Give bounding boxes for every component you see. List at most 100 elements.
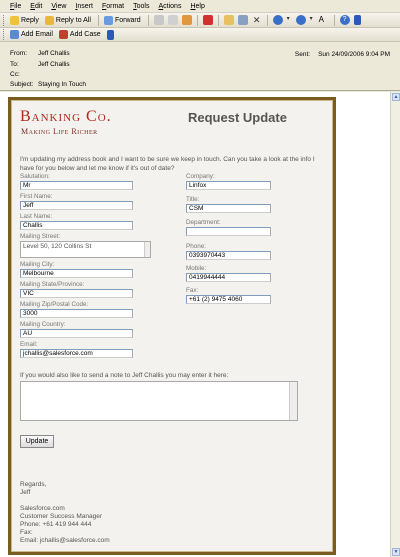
company-label: Company: [186, 173, 215, 180]
email-field[interactable]: jchallis@salesforce.com [20, 349, 133, 358]
menu-file[interactable]: File [10, 3, 21, 10]
toolbar-separator [196, 14, 198, 26]
salutation-label: Salutation: [20, 173, 50, 180]
forward-button[interactable]: Forward [102, 14, 143, 26]
mobile-label: Mobile: [186, 265, 207, 272]
from-value[interactable]: Jeff Challis [38, 50, 70, 57]
message-header: From: Jeff Challis To: Jeff Challis Cc: Su… [0, 43, 400, 91]
phone-field[interactable]: 0393970443 [186, 251, 271, 260]
scrollbar[interactable] [289, 382, 297, 420]
toolbar-options-icon[interactable] [106, 29, 114, 40]
toolbar-separator [147, 14, 149, 26]
to-row: To: Jeff Challis [10, 61, 70, 68]
mailing-country-field[interactable]: AU [20, 329, 133, 338]
signature-fax: Fax: [20, 529, 33, 536]
request-update-form: Banking Co. Making Life Richer Request U… [8, 97, 336, 555]
toolbar-grip[interactable] [3, 14, 6, 26]
menu-tools[interactable]: Tools [133, 3, 149, 10]
note-textarea[interactable] [20, 381, 298, 421]
from-row: From: Jeff Challis [10, 50, 70, 57]
update-button[interactable]: Update [20, 435, 54, 448]
note-label: If you would also like to send a note to… [20, 372, 229, 379]
mailing-city-field[interactable]: Melbourne [20, 269, 133, 278]
previous-item-icon[interactable] [272, 15, 283, 25]
company-field[interactable]: Linfox [186, 181, 271, 190]
first-name-field[interactable]: Jeff [20, 201, 133, 210]
email-label: Email: [20, 341, 38, 348]
signature-name: Jeff [20, 489, 31, 496]
next-item-icon[interactable] [295, 15, 306, 25]
dropdown-icon[interactable]: ▾ [310, 15, 315, 25]
signature-role: Customer Success Manager [20, 513, 103, 520]
mobile-field[interactable]: 0419944444 [186, 273, 271, 282]
menu-insert[interactable]: Insert [75, 3, 93, 10]
categories-icon[interactable] [181, 15, 192, 25]
mailing-state-field[interactable]: VIC [20, 289, 133, 298]
mailing-street-label: Mailing Street: [20, 233, 61, 240]
toolbar-separator [333, 14, 335, 26]
reply-button[interactable]: Reply [8, 14, 41, 26]
last-name-field[interactable]: Challis [20, 221, 133, 230]
menu-edit[interactable]: Edit [30, 3, 42, 10]
add-case-button[interactable]: Add Case [57, 29, 103, 41]
sent-row: Sent: Sun 24/09/2006 9:04 PM [294, 51, 390, 58]
toolbar-separator [97, 14, 99, 26]
scrollbar[interactable] [144, 242, 150, 257]
signature-company: Salesforce.com [20, 505, 65, 512]
add-case-icon [58, 30, 68, 39]
last-name-label: Last Name: [20, 213, 53, 220]
scroll-up-icon[interactable]: ▲ [392, 93, 400, 101]
forward-icon [103, 15, 113, 25]
message-body: Banking Co. Making Life Richer Request U… [0, 92, 400, 557]
department-label: Department: [186, 219, 221, 226]
signature-phone: Phone: +61 419 944 444 [20, 521, 92, 528]
menu-bar: File Edit View Insert Format Tools Actio… [0, 0, 400, 13]
title-field[interactable]: CSM [186, 204, 271, 213]
toolbar-grip[interactable] [3, 29, 6, 40]
to-value[interactable]: Jeff Challis [38, 61, 70, 68]
mailing-city-label: Mailing City: [20, 261, 55, 268]
mailing-state-label: Mailing State/Province: [20, 281, 85, 288]
signature-regards: Regards, [20, 481, 47, 488]
scroll-down-icon[interactable]: ▼ [392, 548, 400, 556]
page-title: Request Update [188, 110, 287, 125]
menu-help[interactable]: Help [190, 3, 204, 10]
fax-field[interactable]: +61 (2) 9475 4060 [186, 295, 271, 304]
menu-format[interactable]: Format [102, 3, 124, 10]
flag-icon[interactable] [202, 15, 213, 25]
mailing-street-field[interactable]: Level 50, 120 Collins St [20, 241, 151, 258]
intro-text: I'm updating my address book and I want … [20, 156, 315, 172]
cc-row: Cc: [10, 71, 20, 78]
print-icon[interactable] [153, 15, 164, 25]
brand-logo: Banking Co. [20, 108, 112, 125]
phone-label: Phone: [186, 243, 206, 250]
font-size-icon[interactable]: A [319, 15, 329, 25]
menu-view[interactable]: View [51, 3, 66, 10]
delete-icon[interactable]: ✕ [252, 15, 262, 25]
signature-email: Email: jchallis@salesforce.com [20, 537, 110, 544]
menu-actions[interactable]: Actions [158, 3, 181, 10]
vertical-scrollbar[interactable]: ▲ ▼ [390, 92, 400, 557]
mailing-zip-field[interactable]: 3000 [20, 309, 133, 318]
reply-all-icon [44, 15, 54, 25]
mailing-zip-label: Mailing Zip/Postal Code: [20, 301, 89, 308]
dropdown-icon[interactable]: ▾ [287, 15, 292, 25]
add-email-icon [10, 30, 19, 39]
subject-row: Subject: Staying In Touch [10, 81, 86, 88]
add-email-button[interactable]: Add Email [8, 29, 55, 41]
toolbar-separator [217, 14, 219, 26]
junk-icon[interactable] [237, 15, 248, 25]
salesforce-toolbar: Add Email Add Case [0, 28, 400, 42]
department-field[interactable] [186, 227, 271, 236]
follow-up-icon[interactable] [167, 15, 178, 25]
standard-toolbar: Reply Reply to All Forward ✕ ▾ ▾ A ? [0, 13, 400, 28]
toolbar-options-icon[interactable] [353, 15, 361, 25]
sent-value: Sun 24/09/2006 9:04 PM [318, 51, 390, 58]
salutation-field[interactable]: Mr [20, 181, 133, 190]
move-to-folder-icon[interactable] [223, 15, 234, 25]
fax-label: Fax: [186, 287, 199, 294]
reply-all-button[interactable]: Reply to All [43, 14, 93, 26]
subject-value: Staying In Touch [38, 81, 86, 88]
help-icon[interactable]: ? [339, 15, 350, 25]
first-name-label: First Name: [20, 193, 53, 200]
